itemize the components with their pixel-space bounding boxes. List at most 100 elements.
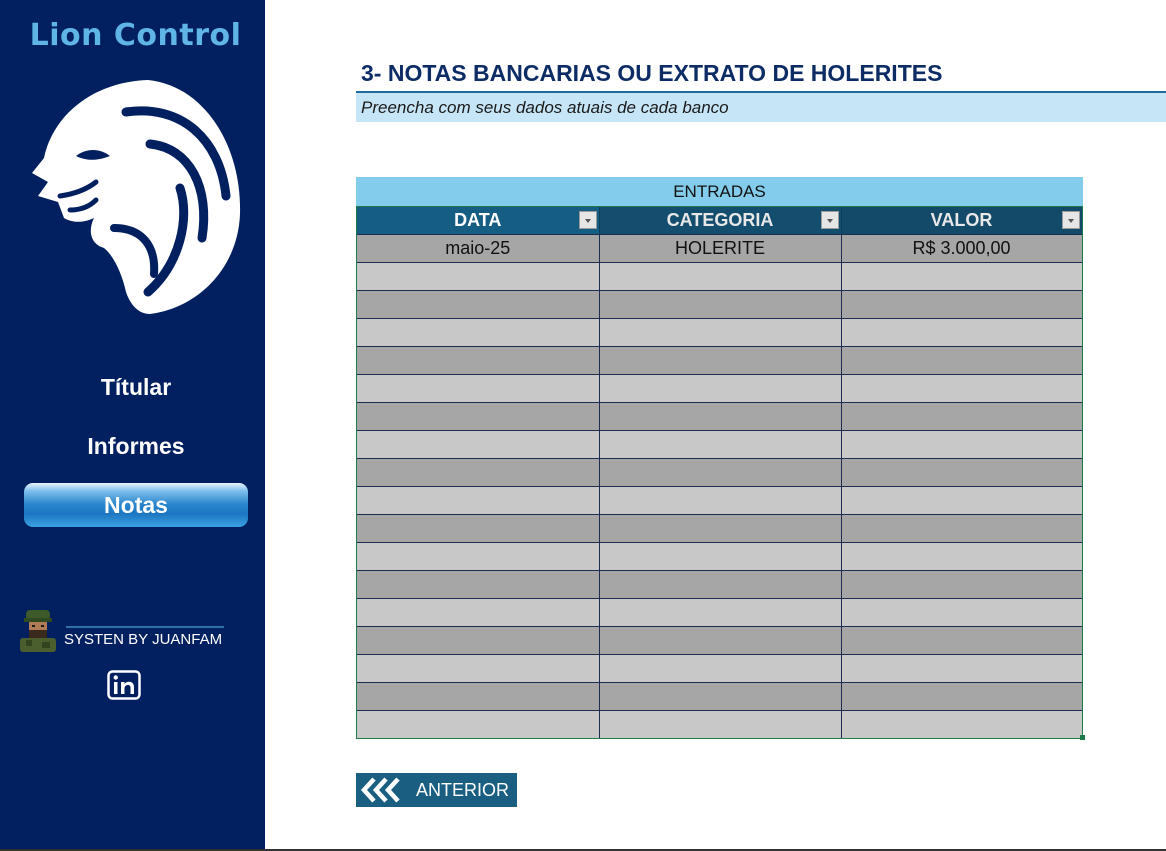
column-header-label: VALOR [930,210,993,230]
table-cell[interactable] [599,710,842,738]
table-row [357,262,1082,291]
soldier-avatar-icon [20,610,56,652]
table-cell[interactable] [599,430,842,459]
filter-dropdown-icon[interactable] [820,211,839,229]
table-cell[interactable] [357,262,600,291]
column-header-label: DATA [454,210,502,230]
credit-divider [66,626,224,628]
table-cell[interactable] [599,570,842,599]
previous-button-label: ANTERIOR [416,780,510,800]
table-cell[interactable] [357,430,600,459]
table-cell[interactable] [841,374,1082,403]
table-cell[interactable]: R$ 3.000,00 [841,234,1082,263]
table-row [357,374,1082,403]
table-cell[interactable] [357,710,600,738]
linkedin-icon[interactable] [107,670,141,700]
table-cell[interactable] [841,626,1082,655]
table-cell[interactable] [357,318,600,347]
filter-dropdown-icon[interactable] [578,211,597,229]
table-cell[interactable] [599,598,842,627]
table-cell[interactable] [841,682,1082,711]
table-cell[interactable] [841,570,1082,599]
table-cell[interactable] [599,654,842,683]
lion-head-logo [32,80,241,314]
table-cell[interactable] [841,458,1082,487]
table-cell[interactable] [599,346,842,375]
table-row [357,290,1082,319]
sidebar: Lion Control Títular Informes Notas SYST [0,0,265,851]
table-cell[interactable] [599,486,842,515]
table-cell[interactable] [841,318,1082,347]
column-header-valor[interactable]: VALOR [841,207,1082,235]
table-cell[interactable] [841,430,1082,459]
table-cell[interactable] [357,458,600,487]
table-caption: ENTRADAS [356,177,1083,206]
table-cell[interactable] [599,458,842,487]
table-cell[interactable] [357,598,600,627]
table-cell[interactable] [841,542,1082,571]
entries-table: DATA CATEGORIA VALOR maio-25 HOLERITE R$ 3… [356,206,1083,739]
table-cell[interactable] [841,346,1082,375]
nav-item-notas[interactable]: Notas [24,483,248,527]
credit-block: SYSTEN BY JUANFAM [18,608,248,652]
page-subtitle: Preencha com seus dados atuais de cada b… [361,98,729,117]
table-row [357,598,1082,627]
table-cell[interactable] [357,486,600,515]
nav-item-titular[interactable]: Títular [24,365,248,409]
previous-button[interactable]: ANTERIOR [356,773,517,807]
table-cell[interactable] [357,374,600,403]
table-row: maio-25 HOLERITE R$ 3.000,00 [357,234,1082,263]
table-cell[interactable] [357,346,600,375]
table-cell[interactable] [841,290,1082,319]
table-cell[interactable] [841,262,1082,291]
table-cell[interactable] [599,682,842,711]
table-cell[interactable] [599,318,842,347]
table-cell[interactable] [841,486,1082,515]
table-cell[interactable] [599,402,842,431]
table-cell[interactable] [357,290,600,319]
table-cell[interactable]: maio-25 [357,234,600,263]
table-cell[interactable] [357,682,600,711]
column-header-categoria[interactable]: CATEGORIA [599,207,842,235]
table-row [357,458,1082,487]
table-row [357,626,1082,655]
table-row [357,346,1082,375]
table-row [357,430,1082,459]
table-cell[interactable] [599,626,842,655]
table-row [357,654,1082,683]
table-cell[interactable] [841,598,1082,627]
table-cell[interactable] [357,514,600,543]
table-cell[interactable] [841,654,1082,683]
table-row [357,570,1082,599]
table-row [357,402,1082,431]
table-row [357,486,1082,515]
double-chevron-left-icon [360,777,400,803]
table-cell[interactable] [599,262,842,291]
table-cell[interactable] [841,514,1082,543]
table-cell[interactable] [841,402,1082,431]
table-cell[interactable] [599,290,842,319]
table-cell[interactable] [357,654,600,683]
table-cell[interactable] [357,402,600,431]
table-header-row: DATA CATEGORIA VALOR [357,207,1082,235]
filter-dropdown-icon[interactable] [1061,211,1080,229]
table-row [357,542,1082,571]
table-row [357,514,1082,543]
page-title: 3- NOTAS BANCARIAS OU EXTRATO DE HOLERIT… [361,60,943,86]
table-resize-handle[interactable] [1080,735,1085,740]
subtitle-band: Preencha com seus dados atuais de cada b… [356,93,1166,122]
column-header-label: CATEGORIA [666,210,774,230]
table-cell[interactable] [357,542,600,571]
table-row [357,710,1082,738]
table-cell[interactable] [599,542,842,571]
brand-title: Lion Control [29,18,242,53]
table-cell[interactable] [841,710,1082,738]
table-cell[interactable] [599,514,842,543]
column-header-data[interactable]: DATA [357,207,600,235]
table-cell[interactable] [599,374,842,403]
nav-item-informes[interactable]: Informes [24,424,248,468]
table-cell[interactable] [357,570,600,599]
table-cell[interactable] [357,626,600,655]
credit-text: SYSTEN BY JUANFAM [64,631,223,648]
table-cell[interactable]: HOLERITE [599,234,842,263]
